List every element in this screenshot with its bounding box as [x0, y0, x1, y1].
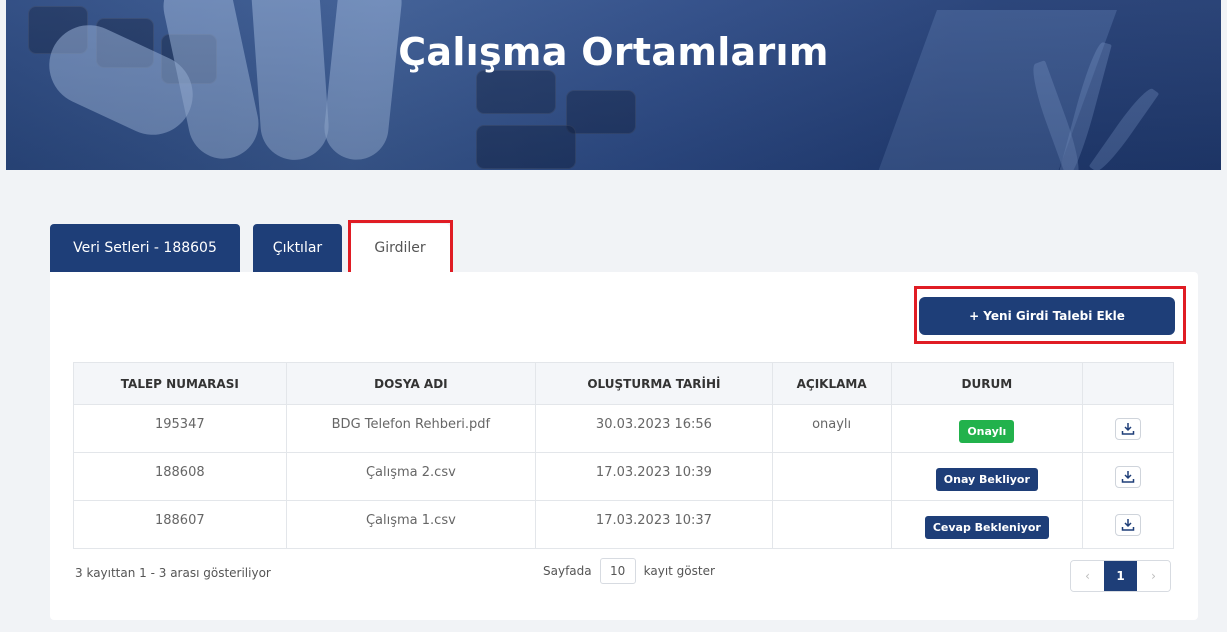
- status-badge: Onaylı: [959, 420, 1015, 443]
- page-size-prefix: Sayfada: [543, 564, 592, 578]
- download-button[interactable]: [1115, 513, 1142, 536]
- header-actions: [1082, 363, 1173, 404]
- cell-talep: 195347: [154, 417, 205, 432]
- cell-dosya: Çalışma 1.csv: [285, 501, 536, 548]
- add-button-label: + Yeni Girdi Talebi Ekle: [969, 309, 1125, 323]
- page-title: Çalışma Ortamlarım: [398, 30, 829, 74]
- cell-talep: 188607: [154, 513, 205, 528]
- header-talep-numarasi[interactable]: TALEP NUMARASI: [74, 363, 286, 404]
- cell-aciklama: [771, 501, 891, 548]
- page-size-control: Sayfada kayıt göster: [543, 558, 715, 584]
- download-icon: [1121, 422, 1135, 435]
- header-olusturma-tarihi[interactable]: OLUŞTURMA TARİHİ: [535, 363, 772, 404]
- cell-actions: [1082, 501, 1173, 548]
- download-button[interactable]: [1115, 417, 1142, 440]
- prev-page-button[interactable]: ‹: [1071, 561, 1104, 591]
- table-row: 195347 BDG Telefon Rehberi.pdf 30.03.202…: [74, 404, 1173, 452]
- status-badge: Cevap Bekleniyor: [924, 516, 1049, 539]
- page-size-input[interactable]: [599, 558, 636, 584]
- pagination: ‹ 1 ›: [1070, 560, 1171, 592]
- download-button[interactable]: [1115, 465, 1142, 488]
- cell-tarih: 17.03.2023 10:37: [535, 501, 772, 548]
- download-icon: [1121, 518, 1135, 531]
- cell-dosya: Çalışma 2.csv: [285, 453, 536, 500]
- header-aciklama[interactable]: AÇIKLAMA: [771, 363, 891, 404]
- header-durum[interactable]: DURUM: [890, 363, 1083, 404]
- cell-tarih: 17.03.2023 10:39: [535, 453, 772, 500]
- page-1-button[interactable]: 1: [1104, 561, 1137, 591]
- hero-banner: Çalışma Ortamlarım: [6, 0, 1221, 170]
- cell-actions: [1082, 453, 1173, 500]
- header-dosya-adi[interactable]: DOSYA ADI: [285, 363, 536, 404]
- status-badge: Onay Bekliyor: [935, 468, 1038, 491]
- cell-actions: [1082, 405, 1173, 452]
- cell-durum: Cevap Bekleniyor: [890, 501, 1083, 548]
- next-page-button[interactable]: ›: [1137, 561, 1170, 591]
- page-size-suffix: kayıt göster: [643, 564, 715, 578]
- add-input-request-button[interactable]: + Yeni Girdi Talebi Ekle: [919, 297, 1175, 335]
- table-row: 188607 Çalışma 1.csv 17.03.2023 10:37 Ce…: [74, 500, 1173, 548]
- cell-dosya: BDG Telefon Rehberi.pdf: [285, 405, 536, 452]
- cell-aciklama: onaylı: [771, 405, 891, 452]
- cell-talep: 188608: [154, 465, 205, 480]
- requests-table: TALEP NUMARASI DOSYA ADI OLUŞTURMA TARİH…: [73, 362, 1174, 549]
- tab-girdiler[interactable]: Girdiler: [350, 224, 450, 272]
- tab-ciktilar[interactable]: Çıktılar: [253, 224, 342, 272]
- table-info-text: 3 kayıttan 1 - 3 arası gösteriliyor: [75, 566, 271, 580]
- cell-tarih: 30.03.2023 16:56: [535, 405, 772, 452]
- table-header-row: TALEP NUMARASI DOSYA ADI OLUŞTURMA TARİH…: [74, 363, 1173, 404]
- cell-aciklama: [771, 453, 891, 500]
- cell-durum: Onay Bekliyor: [890, 453, 1083, 500]
- cell-durum: Onaylı: [890, 405, 1083, 452]
- download-icon: [1121, 470, 1135, 483]
- tab-veri-setleri[interactable]: Veri Setleri - 188605: [50, 224, 240, 272]
- table-row: 188608 Çalışma 2.csv 17.03.2023 10:39 On…: [74, 452, 1173, 500]
